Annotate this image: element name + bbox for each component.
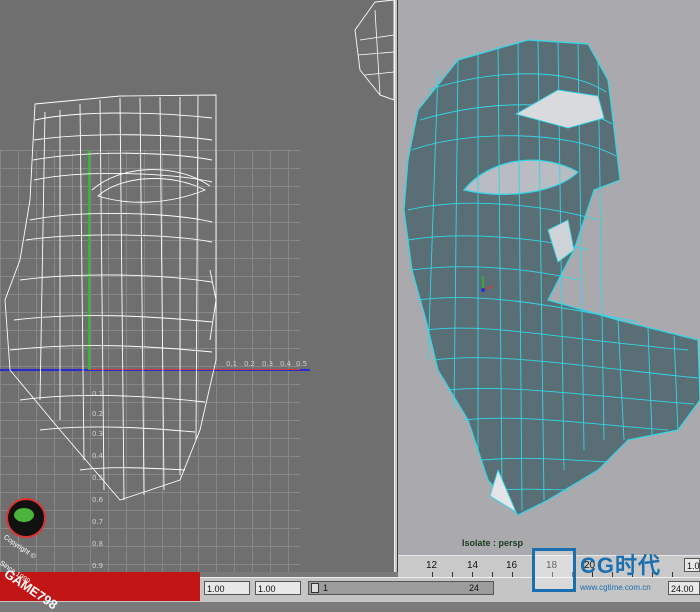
timeline-frame-label: 14 xyxy=(467,560,479,571)
uv-wireframe xyxy=(4,0,394,501)
range-max-label: 24 xyxy=(469,583,480,593)
animation-start-field[interactable]: 1.00 xyxy=(204,581,250,595)
viewport-camera-label: Isolate : persp xyxy=(462,538,524,548)
timeline-frame-label: 12 xyxy=(426,560,438,571)
mesh-wireframe xyxy=(403,39,700,516)
watermark-brand: CG时代 xyxy=(580,553,662,578)
timeline-frame-label: 16 xyxy=(506,560,518,571)
playback-end-field[interactable]: 1.00 xyxy=(684,558,700,572)
watermark-url: www.cgtime.com.cn xyxy=(580,583,651,592)
perspective-viewport[interactable] xyxy=(398,0,700,555)
range-slider-handle[interactable] xyxy=(311,583,319,593)
range-slider[interactable]: 1 24 xyxy=(308,581,494,595)
animation-end-field[interactable]: 24.00 xyxy=(668,581,700,595)
uv-texture-editor[interactable]: 0.1 0.2 0.3 0.4 0.5 0.1 0.2 0.3 0.4 0.5 … xyxy=(0,0,394,572)
range-min-label: 1 xyxy=(323,583,329,593)
playback-start-field[interactable]: 1.00 xyxy=(255,581,301,595)
cgtime-logo-icon xyxy=(532,548,576,592)
bug-mascot-icon xyxy=(14,508,34,522)
